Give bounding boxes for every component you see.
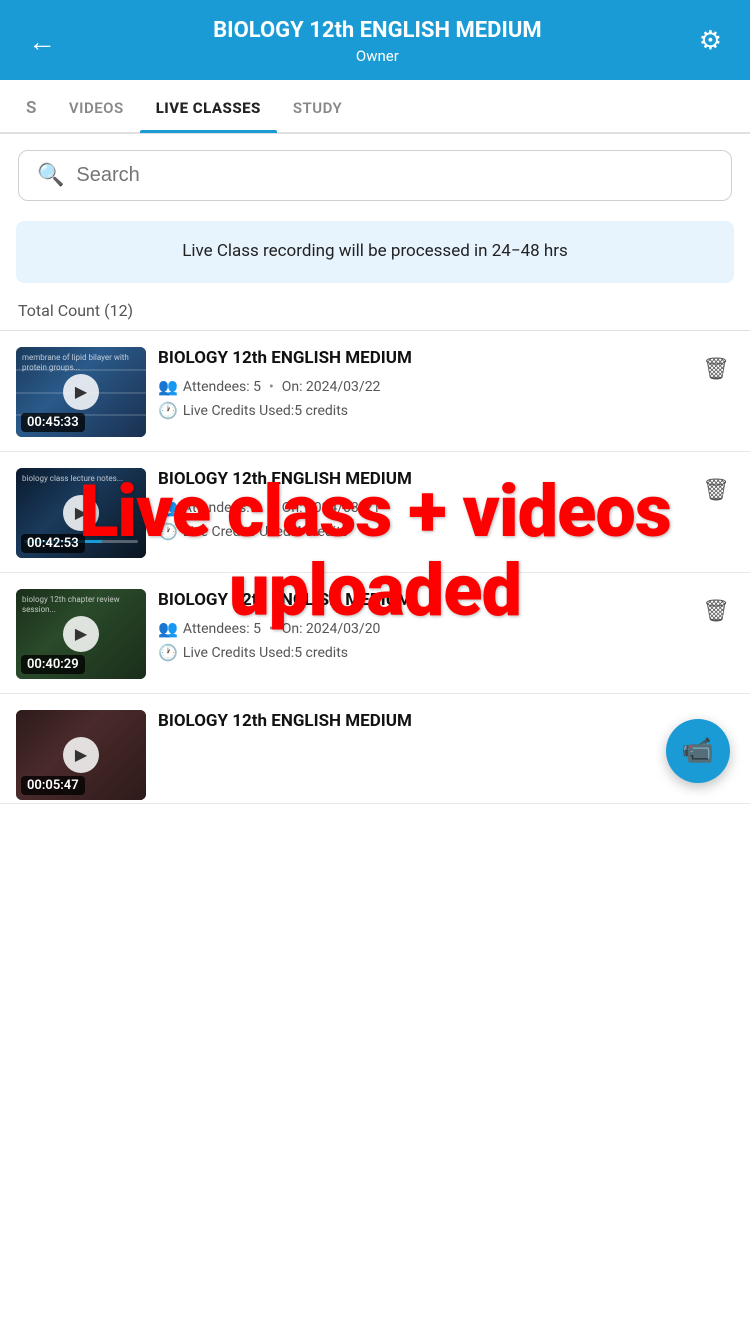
tab-s[interactable]: S bbox=[10, 80, 53, 132]
search-input[interactable] bbox=[76, 164, 713, 187]
duration-badge: 00:42:53 bbox=[21, 534, 85, 553]
meta-dot: • bbox=[269, 379, 274, 395]
class-info: BIOLOGY 12th ENGLISH MEDIUM bbox=[146, 710, 734, 741]
attendees-label: Attendees: 5 bbox=[183, 379, 261, 395]
class-meta-attendees: 👥 Attendees: 4 • On: 2024/03/21 bbox=[158, 498, 686, 517]
clock-icon: 🕐 bbox=[158, 401, 178, 420]
class-title: BIOLOGY 12th ENGLISH MEDIUM bbox=[158, 710, 722, 733]
search-icon: 🔍 bbox=[37, 163, 64, 188]
class-item: biology 12th chapter review session... ▶… bbox=[0, 573, 750, 694]
people-icon: 👥 bbox=[158, 619, 178, 638]
class-title: BIOLOGY 12th ENGLISH MEDIUM bbox=[158, 589, 686, 612]
tab-study[interactable]: STUDY bbox=[277, 81, 358, 131]
class-info: BIOLOGY 12th ENGLISH MEDIUM 👥 Attendees:… bbox=[146, 468, 698, 542]
gear-icon[interactable]: ⚙ bbox=[691, 22, 730, 60]
meta-dot: • bbox=[269, 621, 274, 637]
camera-icon: 📹 bbox=[682, 736, 714, 766]
class-thumbnail[interactable]: biology class lecture notes... ▶ 00:42:5… bbox=[16, 468, 146, 558]
credits-label: Live Credits Used:4 credits bbox=[183, 524, 348, 540]
play-button[interactable]: ▶ bbox=[63, 495, 99, 531]
tab-bar: S VIDEOS LIVE CLASSES STUDY bbox=[0, 80, 750, 134]
people-icon: 👥 bbox=[158, 377, 178, 396]
back-button[interactable]: ← bbox=[20, 21, 64, 62]
header-title: BIOLOGY 12th ENGLISH MEDIUM bbox=[64, 17, 691, 46]
class-info: BIOLOGY 12th ENGLISH MEDIUM 👥 Attendees:… bbox=[146, 589, 698, 663]
header-subtitle: Owner bbox=[64, 47, 691, 65]
search-container: 🔍 bbox=[0, 134, 750, 211]
class-item: biology class lecture notes... ▶ 00:42:5… bbox=[0, 452, 750, 573]
class-credits: 🕐 Live Credits Used:5 credits bbox=[158, 643, 686, 662]
duration-badge: 00:05:47 bbox=[21, 776, 85, 795]
delete-button[interactable]: 🗑 bbox=[698, 351, 734, 388]
class-credits: 🕐 Live Credits Used:4 credits bbox=[158, 522, 686, 541]
class-thumbnail[interactable]: membrane of lipid bilayer with protein g… bbox=[16, 347, 146, 437]
class-thumbnail[interactable]: ▶ 00:05:47 bbox=[16, 710, 146, 800]
class-credits: 🕐 Live Credits Used:5 credits bbox=[158, 401, 686, 420]
credits-label: Live Credits Used:5 credits bbox=[183, 645, 348, 661]
duration-badge: 00:40:29 bbox=[21, 655, 85, 674]
duration-badge: 00:45:33 bbox=[21, 413, 85, 432]
credits-label: Live Credits Used:5 credits bbox=[183, 403, 348, 419]
notice-banner: Live Class recording will be processed i… bbox=[16, 221, 734, 283]
attendees-label: Attendees: 4 bbox=[183, 500, 261, 516]
date-label: On: 2024/03/20 bbox=[282, 621, 381, 637]
date-label: On: 2024/03/22 bbox=[282, 379, 381, 395]
people-icon: 👥 bbox=[158, 498, 178, 517]
meta-dot: • bbox=[269, 500, 274, 516]
class-title: BIOLOGY 12th ENGLISH MEDIUM bbox=[158, 468, 686, 491]
delete-button[interactable]: 🗑 bbox=[698, 472, 734, 509]
class-thumbnail[interactable]: biology 12th chapter review session... ▶… bbox=[16, 589, 146, 679]
notice-text: Live Class recording will be processed i… bbox=[182, 241, 568, 261]
attendees-label: Attendees: 5 bbox=[183, 621, 261, 637]
header-center: BIOLOGY 12th ENGLISH MEDIUM Owner bbox=[64, 17, 691, 66]
clock-icon: 🕐 bbox=[158, 643, 178, 662]
play-button[interactable]: ▶ bbox=[63, 616, 99, 652]
search-box: 🔍 bbox=[18, 150, 732, 201]
total-count: Total Count (12) bbox=[0, 295, 750, 330]
delete-button[interactable]: 🗑 bbox=[698, 593, 734, 630]
class-title: BIOLOGY 12th ENGLISH MEDIUM bbox=[158, 347, 686, 370]
date-label: On: 2024/03/21 bbox=[282, 500, 381, 516]
fab-camera-button[interactable]: 📹 bbox=[666, 719, 730, 783]
class-meta-attendees: 👥 Attendees: 5 • On: 2024/03/22 bbox=[158, 377, 686, 396]
play-button[interactable]: ▶ bbox=[63, 374, 99, 410]
class-info: BIOLOGY 12th ENGLISH MEDIUM 👥 Attendees:… bbox=[146, 347, 698, 421]
class-meta-attendees: 👥 Attendees: 5 • On: 2024/03/20 bbox=[158, 619, 686, 638]
clock-icon: 🕐 bbox=[158, 522, 178, 541]
play-button[interactable]: ▶ bbox=[63, 737, 99, 773]
header: ← BIOLOGY 12th ENGLISH MEDIUM Owner ⚙ bbox=[0, 0, 750, 80]
class-list-wrapper: Live class + videos uploaded membrane of… bbox=[0, 331, 750, 804]
tab-videos[interactable]: VIDEOS bbox=[53, 81, 140, 131]
class-item: ▶ 00:05:47 BIOLOGY 12th ENGLISH MEDIUM 📹 bbox=[0, 694, 750, 804]
tab-live-classes[interactable]: LIVE CLASSES bbox=[140, 81, 277, 131]
class-item: membrane of lipid bilayer with protein g… bbox=[0, 331, 750, 452]
